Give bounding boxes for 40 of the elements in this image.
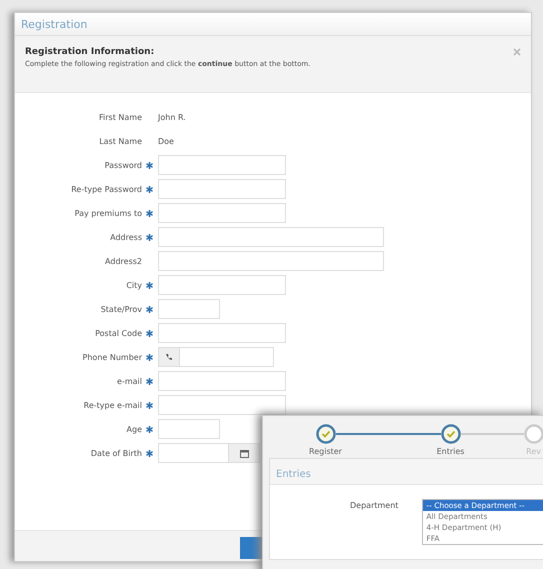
close-icon[interactable]	[513, 48, 521, 56]
input-field[interactable]	[158, 395, 286, 415]
step-label: Register	[309, 447, 342, 456]
field-label: e-mail	[117, 376, 142, 386]
field-label: Address2	[105, 256, 142, 266]
panel-title: Entries	[276, 469, 311, 480]
step-label: Entries	[436, 447, 464, 456]
input-field[interactable]	[158, 275, 286, 295]
phone-icon	[159, 348, 180, 366]
date-field[interactable]	[158, 443, 260, 463]
calendar-icon[interactable]	[228, 444, 259, 462]
field-value: Doe	[158, 136, 174, 146]
field-label: State/Prov	[100, 304, 142, 314]
input-field[interactable]	[158, 419, 220, 439]
field-label: First Name	[99, 112, 142, 122]
info-heading: Registration Information:	[25, 47, 154, 57]
field-label: Re-type Password	[71, 184, 142, 194]
input-field[interactable]	[158, 179, 286, 199]
field-label: City	[126, 280, 142, 290]
continue-button[interactable]	[240, 537, 262, 559]
field-value: John R.	[158, 112, 186, 122]
input-field[interactable]	[158, 155, 286, 175]
field-label: Age	[126, 424, 142, 434]
field-label: Date of Birth	[90, 448, 142, 458]
field-label: Re-type e-mail	[84, 400, 142, 410]
field-label: Phone Number	[82, 352, 142, 362]
input-field[interactable]	[158, 251, 384, 271]
department-label: Department	[350, 500, 398, 512]
input-field[interactable]	[158, 323, 286, 343]
field-label: Postal Code	[95, 328, 142, 338]
phone-field[interactable]	[158, 347, 274, 367]
field-label: Pay premiums to	[74, 208, 142, 218]
field-label: Password	[104, 160, 142, 170]
field-label: Address	[110, 232, 142, 242]
input-field[interactable]	[158, 227, 384, 247]
input-field[interactable]	[158, 203, 286, 223]
input-field[interactable]	[158, 371, 286, 391]
field-label: Last Name	[99, 136, 142, 146]
input-field[interactable]	[158, 299, 220, 319]
window-title: Registration	[21, 18, 88, 30]
